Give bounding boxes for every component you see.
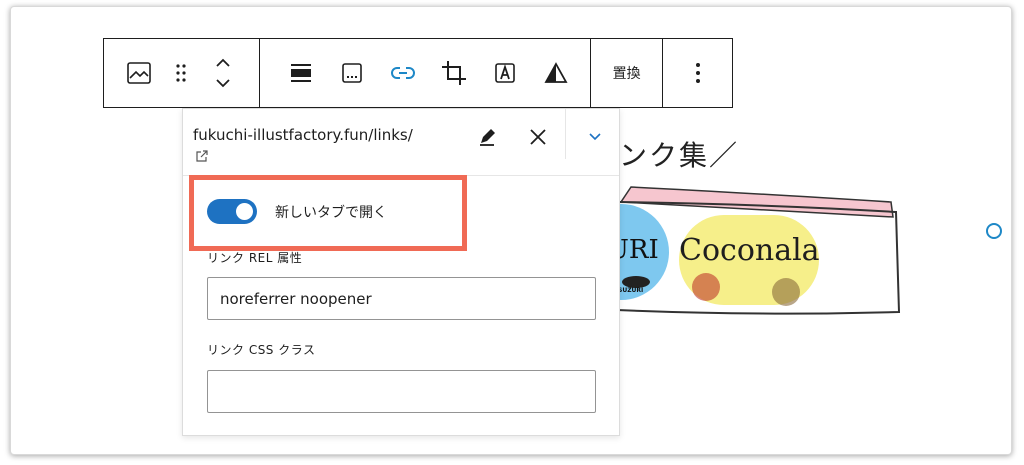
move-up-down-button[interactable] [202,39,244,107]
remove-link-button[interactable] [524,123,552,151]
text-overlay-button[interactable] [480,39,531,107]
drag-handle-button[interactable] [160,39,202,107]
crop-button[interactable] [429,39,480,107]
external-link-icon [196,150,208,162]
toggle-knob [236,203,253,220]
toolbar-group-block [104,39,260,107]
edit-link-button[interactable] [473,123,501,151]
chevron-up-down-icon [216,58,230,88]
link-button[interactable] [378,39,429,107]
text-overlay-icon [495,63,516,83]
block-toolbar: 置換 [103,38,733,108]
caption-icon [342,63,363,83]
rel-field-label: リンク REL 属性 [207,251,303,265]
image-block-button[interactable] [118,39,160,107]
duotone-button[interactable] [531,39,582,107]
open-new-tab-label: 新しいタブで開く [275,204,387,221]
editor-frame: ンク集／ URI SUZURI Coconala 置換 fukuchi-illu… [10,6,1012,455]
resize-handle[interactable] [986,223,1002,239]
more-vertical-icon [695,63,700,83]
crop-icon [442,61,467,85]
popover-divider [565,109,566,159]
align-button[interactable] [276,39,327,107]
link-settings-popover: fukuchi-illustfactory.fun/links/ 新しいタブで開… [182,108,620,436]
align-full-icon [291,64,312,82]
drag-handle-icon [176,64,186,82]
pencil-icon [480,129,495,146]
link-preview-row: fukuchi-illustfactory.fun/links/ [183,109,619,176]
toolbar-group-image [260,39,592,107]
coconala-logo-text: Coconala [679,233,820,268]
link-icon [391,67,416,79]
open-new-tab-setting: 新しいタブで開く [207,199,387,224]
rel-input[interactable] [207,277,596,320]
toolbar-group-options [663,39,732,107]
more-options-button[interactable] [677,39,719,107]
css-class-field-label: リンク CSS クラス [207,343,316,357]
open-new-tab-toggle[interactable] [207,199,257,224]
link-settings-toggle-button[interactable] [581,123,609,151]
duotone-filter-icon [544,62,568,83]
toolbar-group-replace: 置換 [591,39,664,107]
chevron-down-icon [589,133,601,141]
link-url[interactable]: fukuchi-illustfactory.fun/links/ [193,126,413,144]
css-class-input[interactable] [207,370,596,413]
banner-heading: ンク集／ [619,139,740,172]
suzuri-logo-sub: SUZURI [618,287,644,294]
image-icon [127,62,151,84]
replace-button[interactable]: 置換 [613,63,641,83]
close-icon [530,129,546,145]
caption-button[interactable] [327,39,378,107]
